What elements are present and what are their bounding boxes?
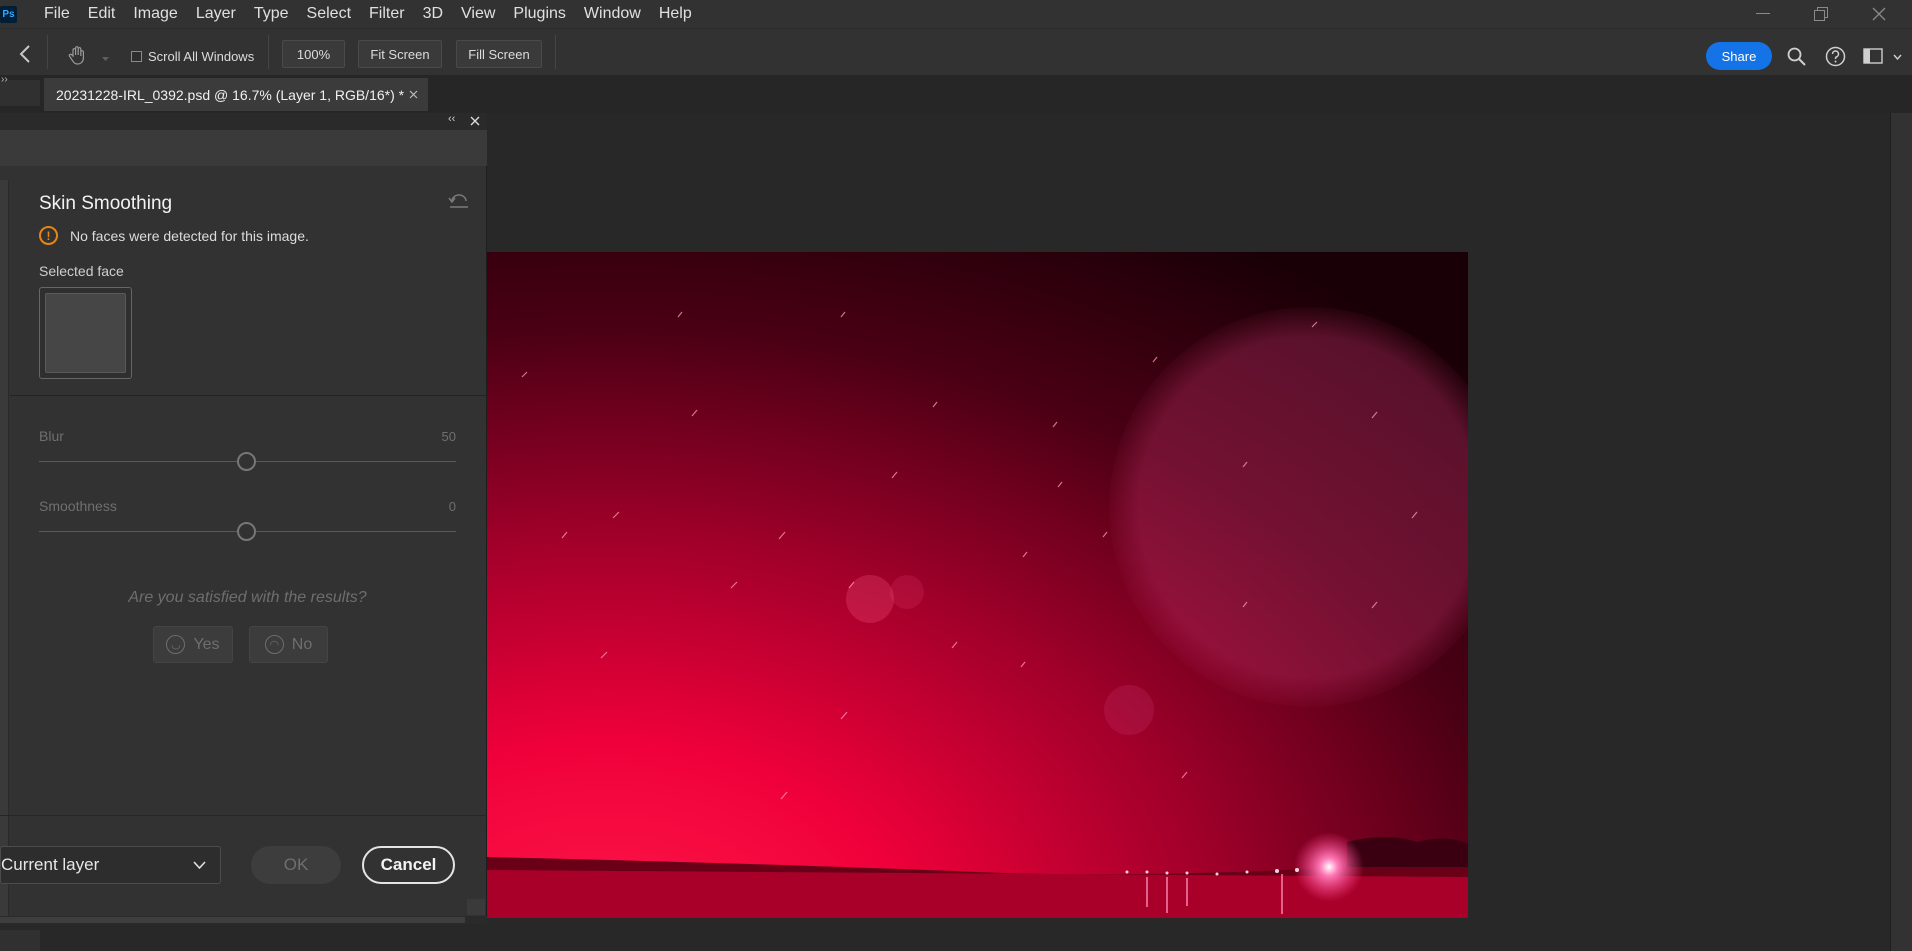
output-select[interactable]: Current layer bbox=[0, 846, 221, 884]
feedback-question: Are you satisfied with the results? bbox=[128, 589, 367, 606]
blur-slider-thumb[interactable] bbox=[237, 452, 256, 471]
panel-title: Skin Smoothing bbox=[39, 193, 173, 214]
section-divider bbox=[10, 395, 487, 396]
blur-label: Blur bbox=[39, 428, 64, 444]
smile-icon: ◡ bbox=[166, 635, 186, 654]
minimize-icon bbox=[1756, 13, 1770, 14]
options-bar: Scroll All Windows 100% Fit Screen Fill … bbox=[0, 28, 1912, 76]
feedback-yes-button[interactable]: ◡ Yes bbox=[153, 626, 233, 663]
feedback-no-button[interactable]: ◠ No bbox=[249, 626, 328, 663]
collapse-panel-icon[interactable]: ‹‹ bbox=[448, 113, 455, 125]
menu-filter[interactable]: Filter bbox=[360, 0, 414, 28]
menu-bar: Ps File Edit Image Layer Type Select Fil… bbox=[0, 0, 1912, 28]
close-panel-icon[interactable] bbox=[470, 116, 480, 126]
fill-screen-button[interactable]: Fill Screen bbox=[456, 40, 542, 68]
restore-icon bbox=[1814, 7, 1828, 21]
menu-help[interactable]: Help bbox=[650, 0, 701, 28]
menu-file[interactable]: File bbox=[35, 0, 79, 28]
divider bbox=[47, 35, 48, 69]
document-tab-bar: ›› 20231228-IRL_0392.psd @ 16.7% (Layer … bbox=[0, 74, 1912, 113]
panel-scrollbar[interactable] bbox=[0, 180, 9, 920]
close-icon bbox=[1872, 7, 1886, 21]
menu-edit[interactable]: Edit bbox=[79, 0, 125, 28]
night-sky-photo bbox=[487, 252, 1468, 918]
scroll-all-windows-checkbox[interactable] bbox=[131, 51, 142, 62]
reset-icon[interactable] bbox=[448, 193, 470, 211]
divider bbox=[555, 35, 556, 69]
scroll-all-windows-label: Scroll All Windows bbox=[148, 49, 255, 64]
menu-image[interactable]: Image bbox=[124, 0, 186, 28]
menu-3d[interactable]: 3D bbox=[414, 0, 452, 28]
menu-window[interactable]: Window bbox=[575, 0, 650, 28]
scrollbar-thumb[interactable] bbox=[0, 917, 465, 923]
face-placeholder bbox=[45, 293, 126, 373]
divider bbox=[268, 35, 269, 69]
document-image[interactable] bbox=[487, 252, 1468, 918]
search-icon[interactable] bbox=[1787, 47, 1806, 66]
skin-smoothing-panel: ‹‹ Skin Smoothing ! No faces were detect… bbox=[0, 113, 487, 924]
menu-select[interactable]: Select bbox=[298, 0, 360, 28]
hand-tool-icon[interactable] bbox=[68, 45, 88, 65]
workspace-icon[interactable] bbox=[1863, 48, 1883, 64]
chevron-down-icon[interactable] bbox=[102, 57, 109, 61]
back-arrow-icon[interactable] bbox=[18, 45, 32, 63]
help-icon[interactable] bbox=[1825, 46, 1846, 67]
footer-divider bbox=[0, 815, 487, 816]
blur-value: 50 bbox=[441, 429, 456, 444]
menu-view[interactable]: View bbox=[452, 0, 504, 28]
photoshop-logo: Ps bbox=[0, 5, 17, 23]
yes-label: Yes bbox=[193, 635, 220, 653]
fit-screen-button[interactable]: Fit Screen bbox=[358, 40, 442, 68]
frown-icon: ◠ bbox=[264, 635, 284, 654]
collapsed-panel-tab[interactable] bbox=[0, 930, 40, 951]
warning-message: No faces were detected for this image. bbox=[70, 228, 309, 244]
no-label: No bbox=[291, 635, 313, 653]
workspace-chevron-icon[interactable] bbox=[1893, 54, 1902, 60]
restore-button[interactable] bbox=[1792, 0, 1850, 28]
selected-face-thumbnail[interactable] bbox=[39, 287, 132, 379]
warning-icon: ! bbox=[39, 226, 58, 245]
chevron-down-icon bbox=[193, 861, 206, 869]
share-button[interactable]: Share bbox=[1706, 42, 1772, 70]
selected-face-label: Selected face bbox=[39, 263, 124, 279]
menu-plugins[interactable]: Plugins bbox=[504, 0, 574, 28]
minimize-button[interactable] bbox=[1734, 0, 1792, 28]
document-tab[interactable]: 20231228-IRL_0392.psd @ 16.7% (Layer 1, … bbox=[44, 78, 428, 111]
menu-layer[interactable]: Layer bbox=[187, 0, 245, 28]
output-select-value: Current layer bbox=[1, 855, 100, 874]
panel-header: ‹‹ bbox=[0, 113, 487, 130]
cancel-button[interactable]: Cancel bbox=[362, 846, 455, 884]
close-tab-icon[interactable] bbox=[409, 90, 418, 99]
panel-horizontal-scrollbar[interactable] bbox=[0, 916, 487, 924]
smoothness-slider-thumb[interactable] bbox=[237, 522, 256, 541]
menu-items: File Edit Image Layer Type Select Filter… bbox=[35, 0, 701, 28]
smoothness-label: Smoothness bbox=[39, 498, 117, 514]
smoothness-value: 0 bbox=[448, 499, 456, 514]
ok-button[interactable]: OK bbox=[251, 846, 341, 884]
right-panel-strip bbox=[1890, 113, 1912, 951]
expand-panels-icon[interactable]: ›› bbox=[1, 74, 8, 85]
menu-type[interactable]: Type bbox=[245, 0, 298, 28]
panel-subheader bbox=[0, 130, 487, 166]
close-window-button[interactable] bbox=[1850, 0, 1908, 28]
scroll-corner bbox=[467, 899, 485, 915]
document-tab-title: 20231228-IRL_0392.psd @ 16.7% (Layer 1, … bbox=[56, 86, 405, 103]
zoom-100-button[interactable]: 100% bbox=[282, 40, 345, 68]
